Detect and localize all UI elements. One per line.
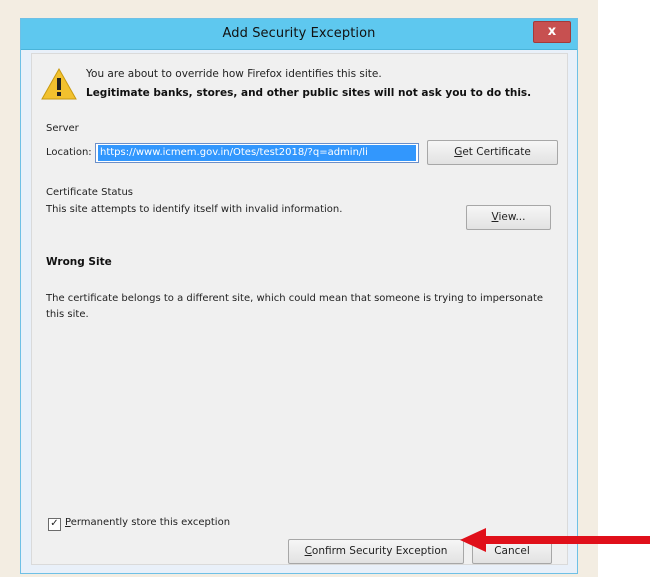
warning-emphasis-text: Legitimate banks, stores, and other publ… — [86, 87, 532, 99]
title-bar[interactable]: Add Security Exception x — [21, 19, 577, 50]
confirm-security-exception-button[interactable]: Confirm Security Exception — [288, 539, 464, 564]
certificate-status-text: This site attempts to identify itself wi… — [46, 204, 343, 215]
error-title: Wrong Site — [46, 256, 112, 268]
close-button[interactable]: x — [533, 21, 571, 43]
red-arrow-annotation — [460, 528, 650, 552]
dialog-title: Add Security Exception — [222, 26, 376, 41]
add-security-exception-dialog: Add Security Exception x You are about t… — [20, 18, 578, 574]
permanent-store-label[interactable]: Permanently store this exception — [65, 517, 230, 528]
certificate-status-label: Certificate Status — [46, 187, 133, 198]
error-description: The certificate belongs to a different s… — [46, 293, 544, 320]
server-section-label: Server — [46, 123, 79, 134]
get-certificate-button[interactable]: Get Certificate — [427, 140, 558, 165]
permanent-store-checkbox[interactable]: ✓ — [48, 518, 61, 531]
warning-icon — [41, 68, 77, 100]
view-button[interactable]: View... — [466, 205, 551, 230]
dialog-body: You are about to override how Firefox id… — [31, 53, 568, 565]
warning-text: You are about to override how Firefox id… — [86, 68, 382, 80]
location-label: Location: — [46, 147, 92, 158]
location-value: https://www.icmem.gov.in/Otes/test2018/?… — [98, 145, 416, 161]
location-input[interactable]: https://www.icmem.gov.in/Otes/test2018/?… — [95, 143, 419, 163]
